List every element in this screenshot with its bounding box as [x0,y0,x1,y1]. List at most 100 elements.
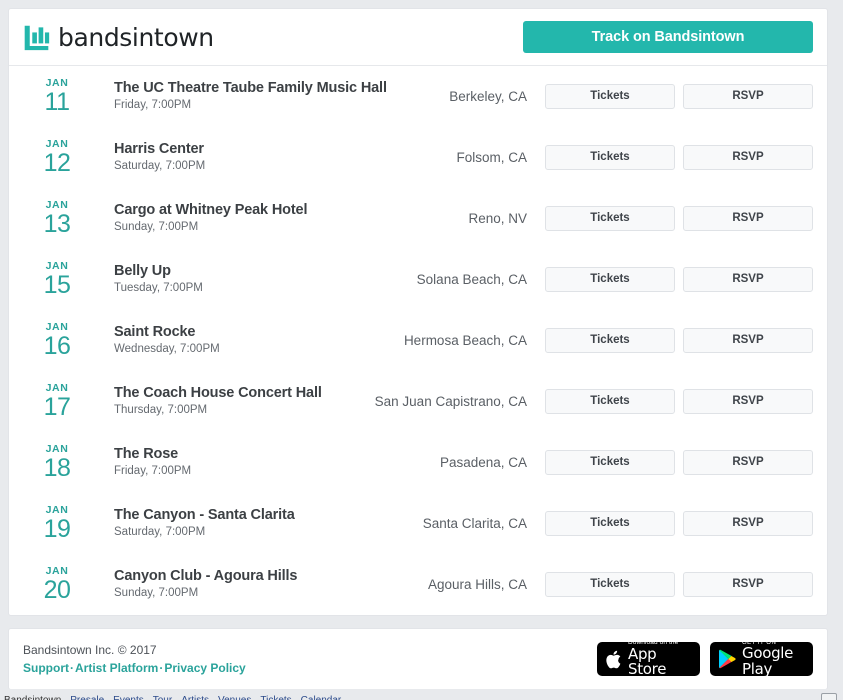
brand-wordmark: bandsintown [58,25,214,50]
google-play-text: GET IT ON Google Play [742,640,805,678]
table-row[interactable]: JAN 18 The Rose Friday, 7:00PM Pasadena,… [9,432,827,493]
event-actions: Tickets RSVP [545,389,813,414]
event-info: The Canyon - Santa Clarita Saturday, 7:0… [85,506,423,541]
footer-links: Support·Artist Platform·Privacy Policy [23,660,246,676]
event-date: JAN 20 [23,566,85,603]
event-actions: Tickets RSVP [545,84,813,109]
event-info: Belly Up Tuesday, 7:00PM [85,262,417,297]
event-datetime: Sunday, 7:00PM [114,220,468,236]
rsvp-button[interactable]: RSVP [683,389,813,414]
track-on-bandsintown-button[interactable]: Track on Bandsintown [523,21,813,53]
event-location: Folsom, CA [456,150,545,165]
app-store-text: Download on the App Store [628,640,692,678]
bookmark-item[interactable]: Artists [181,695,209,700]
table-row[interactable]: JAN 13 Cargo at Whitney Peak Hotel Sunda… [9,188,827,249]
event-date: JAN 16 [23,322,85,359]
rsvp-button[interactable]: RSVP [683,206,813,231]
event-location: Reno, NV [468,211,545,226]
browser-chip[interactable] [821,693,837,700]
bookmark-item[interactable]: Bandsintown [4,695,61,700]
table-row[interactable]: JAN 16 Saint Rocke Wednesday, 7:00PM Her… [9,310,827,371]
event-location: Berkeley, CA [449,89,545,104]
bandsintown-logo-icon [23,24,50,51]
event-info: The Coach House Concert Hall Thursday, 7… [85,384,375,419]
table-row[interactable]: JAN 11 The UC Theatre Taube Family Music… [9,66,827,127]
footer-link-artist-platform[interactable]: Artist Platform [75,661,158,675]
event-date: JAN 15 [23,261,85,298]
footer-link-privacy-policy[interactable]: Privacy Policy [164,661,245,675]
rsvp-button[interactable]: RSVP [683,450,813,475]
event-day: 20 [29,578,85,603]
footer-card: Bandsintown Inc. © 2017 Support·Artist P… [8,628,828,690]
event-venue: The UC Theatre Taube Family Music Hall [114,79,449,97]
event-datetime: Sunday, 7:00PM [114,586,428,602]
table-row[interactable]: JAN 17 The Coach House Concert Hall Thur… [9,371,827,432]
tickets-button[interactable]: Tickets [545,450,675,475]
event-location: San Juan Capistrano, CA [375,394,545,409]
tickets-button[interactable]: Tickets [545,145,675,170]
table-row[interactable]: JAN 12 Harris Center Saturday, 7:00PM Fo… [9,127,827,188]
tickets-button[interactable]: Tickets [545,389,675,414]
google-play-big-text: Google Play [742,646,805,678]
event-date: JAN 18 [23,444,85,481]
event-datetime: Thursday, 7:00PM [114,403,375,419]
tickets-button[interactable]: Tickets [545,206,675,231]
event-info: The Rose Friday, 7:00PM [85,445,440,480]
event-day: 11 [29,90,85,115]
event-location: Santa Clarita, CA [423,516,545,531]
event-day: 12 [29,151,85,176]
brand[interactable]: bandsintown [23,24,214,51]
event-day: 13 [29,212,85,237]
tickets-button[interactable]: Tickets [545,572,675,597]
event-venue: Belly Up [114,262,417,280]
event-day: 15 [29,273,85,298]
rsvp-button[interactable]: RSVP [683,328,813,353]
event-date: JAN 11 [23,78,85,115]
bookmark-item[interactable]: Calendar [301,695,342,700]
browser-bookmarks-bar: Bandsintown Presale Events Tour Artists … [0,689,843,700]
rsvp-button[interactable]: RSVP [683,145,813,170]
event-venue: Saint Rocke [114,323,404,341]
event-actions: Tickets RSVP [545,145,813,170]
table-row[interactable]: JAN 20 Canyon Club - Agoura Hills Sunday… [9,554,827,615]
browser-status-right [821,689,837,700]
event-venue: The Coach House Concert Hall [114,384,375,402]
table-row[interactable]: JAN 19 The Canyon - Santa Clarita Saturd… [9,493,827,554]
events-widget-card: bandsintown Track on Bandsintown JAN 11 … [8,8,828,616]
rsvp-button[interactable]: RSVP [683,84,813,109]
footer-link-support[interactable]: Support [23,661,69,675]
rsvp-button[interactable]: RSVP [683,267,813,292]
google-play-badge[interactable]: GET IT ON Google Play [710,642,813,676]
tickets-button[interactable]: Tickets [545,267,675,292]
page-root: bandsintown Track on Bandsintown JAN 11 … [0,0,843,700]
tickets-button[interactable]: Tickets [545,328,675,353]
app-store-big-text: App Store [628,647,692,679]
tickets-button[interactable]: Tickets [545,511,675,536]
bookmark-item[interactable]: Tour [153,695,172,700]
event-venue: The Canyon - Santa Clarita [114,506,423,524]
event-date: JAN 13 [23,200,85,237]
rsvp-button[interactable]: RSVP [683,572,813,597]
footer-copyright: Bandsintown Inc. © 2017 [23,642,246,658]
bookmark-item[interactable]: Venues [218,695,251,700]
rsvp-button[interactable]: RSVP [683,511,813,536]
bookmark-item[interactable]: Events [113,695,144,700]
bookmark-item[interactable]: Tickets [260,695,291,700]
event-datetime: Friday, 7:00PM [114,464,440,480]
tickets-button[interactable]: Tickets [545,84,675,109]
app-store-badge[interactable]: Download on the App Store [597,642,700,676]
store-badges: Download on the App Store GET IT ON Goog… [597,642,813,676]
event-info: Harris Center Saturday, 7:00PM [85,140,456,175]
event-day: 17 [29,395,85,420]
table-row[interactable]: JAN 15 Belly Up Tuesday, 7:00PM Solana B… [9,249,827,310]
event-actions: Tickets RSVP [545,572,813,597]
event-actions: Tickets RSVP [545,267,813,292]
bookmark-item[interactable]: Presale [70,695,104,700]
event-actions: Tickets RSVP [545,328,813,353]
event-venue: Canyon Club - Agoura Hills [114,567,428,585]
widget-header: bandsintown Track on Bandsintown [9,9,827,66]
browser-bottom-strip: Bandsintown Presale Events Tour Artists … [0,689,843,700]
event-venue: Harris Center [114,140,456,158]
apple-icon [605,649,622,670]
event-info: Cargo at Whitney Peak Hotel Sunday, 7:00… [85,201,468,236]
